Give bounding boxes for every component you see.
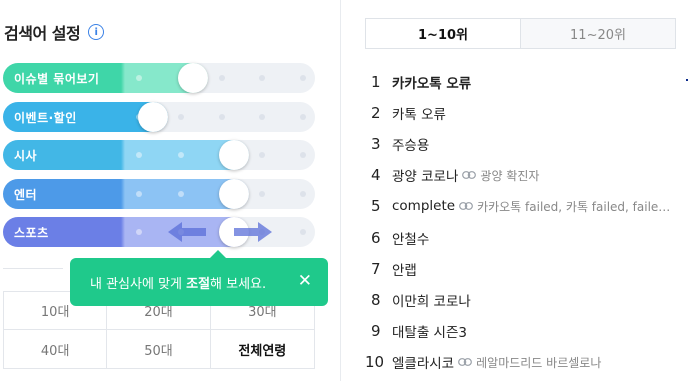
slider-label: 이슈별 묶어보기 bbox=[14, 72, 100, 86]
slider-step-dot bbox=[136, 229, 142, 235]
rank-keyword[interactable]: 이만희 코로나 bbox=[392, 290, 471, 310]
slider-step-dot bbox=[136, 191, 142, 197]
slider-knob[interactable] bbox=[219, 140, 249, 170]
slider-step-dot bbox=[136, 75, 142, 81]
rank-number: 8 bbox=[371, 290, 381, 309]
age-option[interactable]: 50대 bbox=[107, 330, 211, 368]
arrow-left-icon bbox=[168, 222, 206, 242]
slider-step-dot bbox=[219, 75, 225, 81]
realtime-ranking-panel: 1~10위 11~20위 1 카카오톡 오류 2 카톡 오류 3 주승용 4 광양 코로나 광양… bbox=[340, 0, 689, 381]
slider-label: 엔터 bbox=[14, 188, 38, 202]
tooltip-text: 내 관심사에 맞게 조절해 보세요. bbox=[90, 276, 267, 292]
slider-step-dot bbox=[259, 114, 265, 120]
rank-number: 10 bbox=[365, 353, 385, 372]
slider-2[interactable]: 이벤트·할인 bbox=[3, 102, 315, 132]
slider-step-dot bbox=[300, 191, 306, 197]
slider-label: 시사 bbox=[14, 149, 38, 163]
settings-header: 검색어 설정 i bbox=[4, 20, 105, 44]
edge-dot bbox=[686, 79, 688, 81]
rank-item[interactable]: 6 안철수 bbox=[365, 222, 685, 253]
rank-number: 1 bbox=[371, 72, 381, 91]
divider bbox=[3, 268, 63, 269]
rank-item[interactable]: 1 카카오톡 오류 bbox=[365, 66, 685, 97]
slider-knob[interactable] bbox=[138, 102, 168, 132]
rank-number: 5 bbox=[371, 197, 381, 216]
rank-item[interactable]: 8 이만희 코로나 bbox=[365, 284, 685, 315]
rank-list: 1 카카오톡 오류 2 카톡 오류 3 주승용 4 광양 코로나 광양 확진자 5 complete… bbox=[365, 66, 685, 378]
slider-4[interactable]: 엔터 bbox=[3, 179, 315, 209]
close-icon[interactable]: ✕ bbox=[298, 271, 312, 291]
slider-label: 이벤트·할인 bbox=[14, 111, 77, 125]
related-keywords[interactable]: 광양 확진자 bbox=[480, 167, 539, 184]
slider-knob[interactable] bbox=[178, 63, 208, 93]
slider-knob[interactable] bbox=[219, 179, 249, 209]
arrow-right-icon bbox=[234, 222, 272, 242]
rank-tabs: 1~10위 11~20위 bbox=[365, 18, 676, 49]
slider-step-dot bbox=[259, 152, 265, 158]
rank-number: 4 bbox=[371, 166, 381, 185]
rank-item[interactable]: 4 광양 코로나 광양 확진자 bbox=[365, 160, 685, 191]
rank-keyword[interactable]: 광양 코로나 bbox=[392, 165, 458, 185]
rank-keyword[interactable]: 엘클라시코 bbox=[392, 352, 454, 372]
slider-step-dot bbox=[136, 152, 142, 158]
slider-fill bbox=[3, 179, 249, 209]
age-option[interactable]: 40대 bbox=[4, 330, 108, 368]
info-icon[interactable]: i bbox=[88, 24, 105, 40]
rank-item[interactable]: 5 complete 카카오톡 failed, 카톡 failed, faile… bbox=[365, 191, 685, 222]
slider-step-dot bbox=[259, 191, 265, 197]
rank-keyword[interactable]: 대탈출 시즌3 bbox=[392, 321, 467, 341]
rank-keyword[interactable]: 카톡 오류 bbox=[392, 103, 446, 123]
rank-number: 3 bbox=[371, 134, 381, 153]
rank-number: 7 bbox=[371, 259, 381, 278]
rank-item[interactable]: 7 안랩 bbox=[365, 253, 685, 284]
rank-number: 6 bbox=[371, 228, 381, 247]
rank-keyword[interactable]: 안철수 bbox=[392, 228, 429, 248]
guide-tooltip: 내 관심사에 맞게 조절해 보세요. ✕ bbox=[70, 250, 328, 306]
rank-number: 9 bbox=[371, 322, 381, 341]
slider-1[interactable]: 이슈별 묶어보기 bbox=[3, 63, 315, 93]
slider-step-dot bbox=[178, 152, 184, 158]
slider-step-dot bbox=[178, 191, 184, 197]
rank-number: 2 bbox=[371, 103, 381, 122]
rank-item[interactable]: 3 주승용 bbox=[365, 128, 685, 159]
rank-keyword[interactable]: 안랩 bbox=[392, 259, 417, 279]
slider-step-dot bbox=[178, 114, 184, 120]
rank-item[interactable]: 10 엘클라시코 레알마드리드 바르셀로나 bbox=[365, 347, 685, 378]
settings-title: 검색어 설정 bbox=[4, 24, 81, 43]
slider-fill bbox=[3, 140, 249, 170]
rank-keyword[interactable]: 카카오톡 오류 bbox=[392, 72, 471, 92]
slider-step-dot bbox=[219, 114, 225, 120]
tab-11-20[interactable]: 11~20위 bbox=[520, 19, 675, 48]
slider-step-dot bbox=[300, 229, 306, 235]
tab-1-10[interactable]: 1~10위 bbox=[366, 19, 520, 48]
link-icon bbox=[459, 202, 473, 211]
age-option[interactable]: 전체연령 bbox=[210, 330, 314, 368]
related-keywords[interactable]: 카카오톡 failed, 카톡 failed, faile… bbox=[477, 198, 670, 215]
rank-keyword[interactable]: complete bbox=[392, 198, 455, 214]
link-icon bbox=[462, 171, 477, 180]
slider-label: 스포츠 bbox=[14, 226, 49, 240]
slider-3[interactable]: 시사 bbox=[3, 140, 315, 170]
rank-item[interactable]: 2 카톡 오류 bbox=[365, 97, 685, 128]
related-keywords[interactable]: 레알마드리드 바르셀로나 bbox=[476, 354, 601, 371]
link-icon bbox=[458, 358, 473, 367]
slider-step-dot bbox=[300, 114, 306, 120]
slider-step-dot bbox=[300, 75, 306, 81]
rank-keyword[interactable]: 주승용 bbox=[392, 134, 429, 154]
slider-step-dot bbox=[259, 75, 265, 81]
search-settings-panel: 검색어 설정 i 이슈별 묶어보기 이벤트·할인 시사 엔터 스포츠 10대 20대 30대… bbox=[0, 0, 338, 381]
slider-step-dot bbox=[300, 152, 306, 158]
rank-item[interactable]: 9 대탈출 시즌3 bbox=[365, 316, 685, 347]
